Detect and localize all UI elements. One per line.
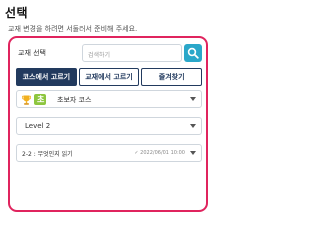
lesson-select-value: 2-2 : 무엇인지 읽기 bbox=[22, 151, 73, 158]
chevron-down-icon bbox=[190, 124, 196, 128]
course-select[interactable]: 초 초보자 코스 bbox=[16, 90, 202, 108]
chevron-down-icon bbox=[190, 97, 196, 101]
trophy-icon bbox=[22, 95, 31, 105]
level-select-value: Level 2 bbox=[25, 122, 51, 130]
lesson-select[interactable]: 2-2 : 무엇인지 읽기 ✓ 2022/06/01 10:00 bbox=[16, 144, 202, 162]
search-row: 교재 선택 검색하기 bbox=[16, 44, 202, 62]
page-header: 선택 bbox=[5, 4, 28, 21]
chevron-down-icon bbox=[190, 151, 196, 155]
course-badge: 초 bbox=[34, 94, 46, 105]
course-badge-label: 초 bbox=[37, 95, 45, 104]
search-input[interactable]: 검색하기 bbox=[82, 44, 182, 62]
page-title: 선택 bbox=[5, 6, 29, 20]
tab-course[interactable]: 코스에서 고르기 bbox=[16, 68, 77, 86]
tab-favorites[interactable]: 즐겨찾기 bbox=[141, 68, 203, 86]
search-icon bbox=[187, 47, 199, 59]
course-select-value: 초보자 코스 bbox=[57, 96, 92, 104]
material-selection-panel: 교재 선택 검색하기 코스에서 고르기 교재에서 고르기 즐겨찾기 초 초보자 … bbox=[8, 36, 208, 212]
tab-material[interactable]: 교재에서 고르기 bbox=[78, 68, 140, 86]
lesson-select-date: ✓ 2022/06/01 10:00 bbox=[134, 150, 185, 156]
level-select[interactable]: Level 2 bbox=[16, 117, 202, 135]
selection-tabs: 코스에서 고르기 교재에서 고르기 즐겨찾기 bbox=[16, 68, 203, 86]
page-subtitle: 교재 변경을 하려면 서둘러서 준비해 주세요. bbox=[8, 25, 138, 33]
search-button[interactable] bbox=[184, 44, 202, 62]
search-label: 교재 선택 bbox=[18, 49, 46, 57]
course-icons: 초 bbox=[22, 94, 46, 105]
